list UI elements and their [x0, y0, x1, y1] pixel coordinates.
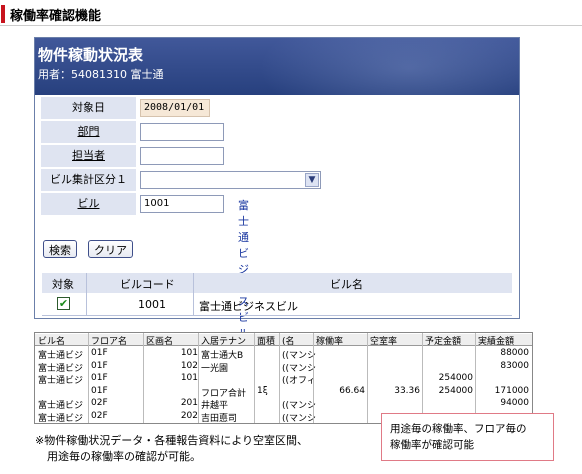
- sheet-cell: ((オフィ: [282, 376, 316, 386]
- sheet-cell: 83000: [500, 360, 529, 371]
- building-code-field[interactable]: 1001: [140, 195, 224, 213]
- sheet-cell: 202: [180, 410, 198, 421]
- sheet-cell: ((マンシ: [282, 351, 317, 361]
- col-building-code: ビルコード: [120, 278, 175, 291]
- row-building-name: 富士通ビジネスビル: [199, 300, 298, 313]
- sheet-cell: 01F: [91, 373, 108, 383]
- building-name: 富士通ビジネスビル: [238, 199, 249, 340]
- screen-title: 物件稼動状況表: [38, 46, 144, 64]
- user-info: 用者：54081310 富士通: [38, 68, 164, 81]
- sheet-cell: 富士通大B: [201, 351, 244, 361]
- sheet-cell: ((マンシ: [282, 401, 317, 411]
- callout-line-2: 稼働率が確認可能: [390, 439, 474, 451]
- sheet-cell: 01F: [91, 385, 108, 396]
- sheet-cell: 02F: [91, 410, 108, 421]
- sheet-row: 01F フロア合計 1ξ 66.64 33.36 254000 171000: [35, 385, 532, 399]
- sheet-divider: [254, 333, 255, 423]
- building-link[interactable]: ビル: [41, 193, 136, 215]
- clear-button[interactable]: クリア: [88, 240, 133, 258]
- sheet-cell: ((マンシ: [282, 363, 317, 374]
- column-divider: [86, 273, 87, 316]
- sheet-cell: 01F: [91, 348, 108, 358]
- sheet-col-planned: 予定金額: [425, 337, 462, 347]
- table-row[interactable]: ✔ 1001 富士通ビジネスビル: [42, 293, 512, 316]
- dept-link[interactable]: 部門: [41, 121, 136, 143]
- sheet-cell: 171000: [494, 385, 529, 396]
- feature-note: ※物件稼働状況データ・各種報告資料により空室区間、 用途毎の稼働率の確認が可能。: [35, 433, 308, 465]
- dept-field[interactable]: [140, 123, 224, 141]
- row-building-code: 1001: [138, 298, 166, 311]
- date-label: 対象日: [41, 97, 136, 119]
- sheet-header-row: ビル名 フロア名 区画名 入居テナン 面積 (名 稼働率 空室率 予定金額 実績…: [35, 334, 532, 347]
- sheet-col-floor: フロア名: [91, 337, 128, 347]
- sheet-col-building: ビル名: [38, 337, 66, 347]
- sheet-divider: [367, 333, 368, 423]
- sheet-cell: 富士通ビジ: [38, 376, 84, 386]
- sheet-cell: 富士通ビジ: [38, 363, 84, 374]
- date-field[interactable]: 2008/01/01: [140, 99, 210, 117]
- sheet-divider: [88, 333, 89, 423]
- sheet-cell: 101: [180, 348, 198, 358]
- category-label: ビル集計区分１: [41, 169, 136, 191]
- column-divider: [193, 273, 194, 316]
- sheet-cell: 254000: [438, 373, 473, 383]
- sheet-cell: 254000: [438, 385, 473, 396]
- sheet-cell: 101: [180, 373, 198, 383]
- sheet-col-vacancy: 空室率: [370, 337, 398, 347]
- sheet-row: 富士通ビジ 01F 101 富士通大B ((マンシ 88000: [35, 348, 532, 361]
- sheet-cell: 201: [180, 398, 198, 408]
- sheet-cell: 102: [180, 360, 198, 371]
- row-checkbox[interactable]: ✔: [57, 297, 70, 310]
- sheet-cell: 66.64: [339, 385, 365, 396]
- sheet-cell: 吉田悳司: [201, 413, 238, 424]
- sheet-divider: [475, 333, 476, 423]
- sheet-cell: 富士通ビジ: [38, 413, 84, 424]
- sheet-cell: 富士通ビジ: [38, 401, 84, 411]
- sheet-col-occupancy: 稼働率: [316, 337, 344, 347]
- sheet-col-section: 区画名: [146, 337, 174, 347]
- sheet-cell: フロア合計: [201, 388, 247, 399]
- owner-field[interactable]: [140, 147, 224, 165]
- sheet-col-actual: 実績金額: [478, 337, 515, 347]
- sheet-cell: 01F: [91, 360, 108, 371]
- note-line-2: 用途毎の稼働率の確認が可能。: [47, 450, 201, 463]
- sheet-cell: 一光園: [201, 363, 229, 374]
- sheet-row: 富士通ビジ 02F 201 井越平 ((マンシ 94000: [35, 398, 532, 411]
- sheet-cell: 94000: [500, 398, 529, 408]
- status-search-screen: 物件稼動状況表 用者：54081310 富士通 対象日 2008/01/01 部…: [34, 37, 520, 340]
- sheet-divider: [198, 333, 199, 423]
- sheet-row: 富士通ビジ 01F 101 ((オフィ 254000: [35, 373, 532, 386]
- page-title: 稼働率確認機能: [10, 9, 102, 24]
- callout-line-1: 用途毎の稼働率、フロア毎の: [390, 423, 527, 435]
- result-header-row: 対象 ビルコード ビル名: [42, 273, 512, 293]
- page-header: 稼働率確認機能: [0, 0, 582, 26]
- callout-box: 用途毎の稼働率、フロア毎の 稼働率が確認可能: [381, 413, 554, 461]
- sheet-col-area: 面積: [257, 337, 276, 347]
- sheet-cell: 33.36: [394, 385, 420, 396]
- sheet-row: 富士通ビジ 01F 102 一光園 ((マンシ 83000: [35, 360, 532, 374]
- sheet-divider: [279, 333, 280, 423]
- sheet-divider: [422, 333, 423, 423]
- sheet-cell: 02F: [91, 398, 108, 408]
- sheet-cell: 井越平: [201, 401, 229, 411]
- col-building-name: ビル名: [330, 278, 363, 291]
- sheet-cell: 88000: [500, 348, 529, 358]
- sheet-cell: 富士通ビジ: [38, 351, 84, 361]
- title-accent-bar: [1, 5, 5, 23]
- sheet-cell: 1ξ: [257, 385, 268, 396]
- sheet-divider: [313, 333, 314, 423]
- chevron-down-icon[interactable]: ▼: [305, 173, 319, 187]
- sheet-cell: ((マンシ: [282, 413, 317, 424]
- occupancy-sheet: ビル名 フロア名 区画名 入居テナン 面積 (名 稼働率 空室率 予定金額 実績…: [34, 332, 533, 424]
- sheet-divider: [143, 333, 144, 423]
- col-select: 対象: [52, 278, 74, 291]
- sheet-col-usage: (名: [282, 337, 295, 347]
- category-select[interactable]: ▼: [140, 171, 321, 189]
- screen-header: 物件稼動状況表 用者：54081310 富士通: [35, 38, 519, 95]
- search-button[interactable]: 検索: [43, 240, 77, 258]
- note-line-1: ※物件稼働状況データ・各種報告資料により空室区間、: [35, 434, 308, 447]
- owner-link[interactable]: 担当者: [41, 145, 136, 167]
- sheet-col-tenant: 入居テナン: [201, 337, 247, 347]
